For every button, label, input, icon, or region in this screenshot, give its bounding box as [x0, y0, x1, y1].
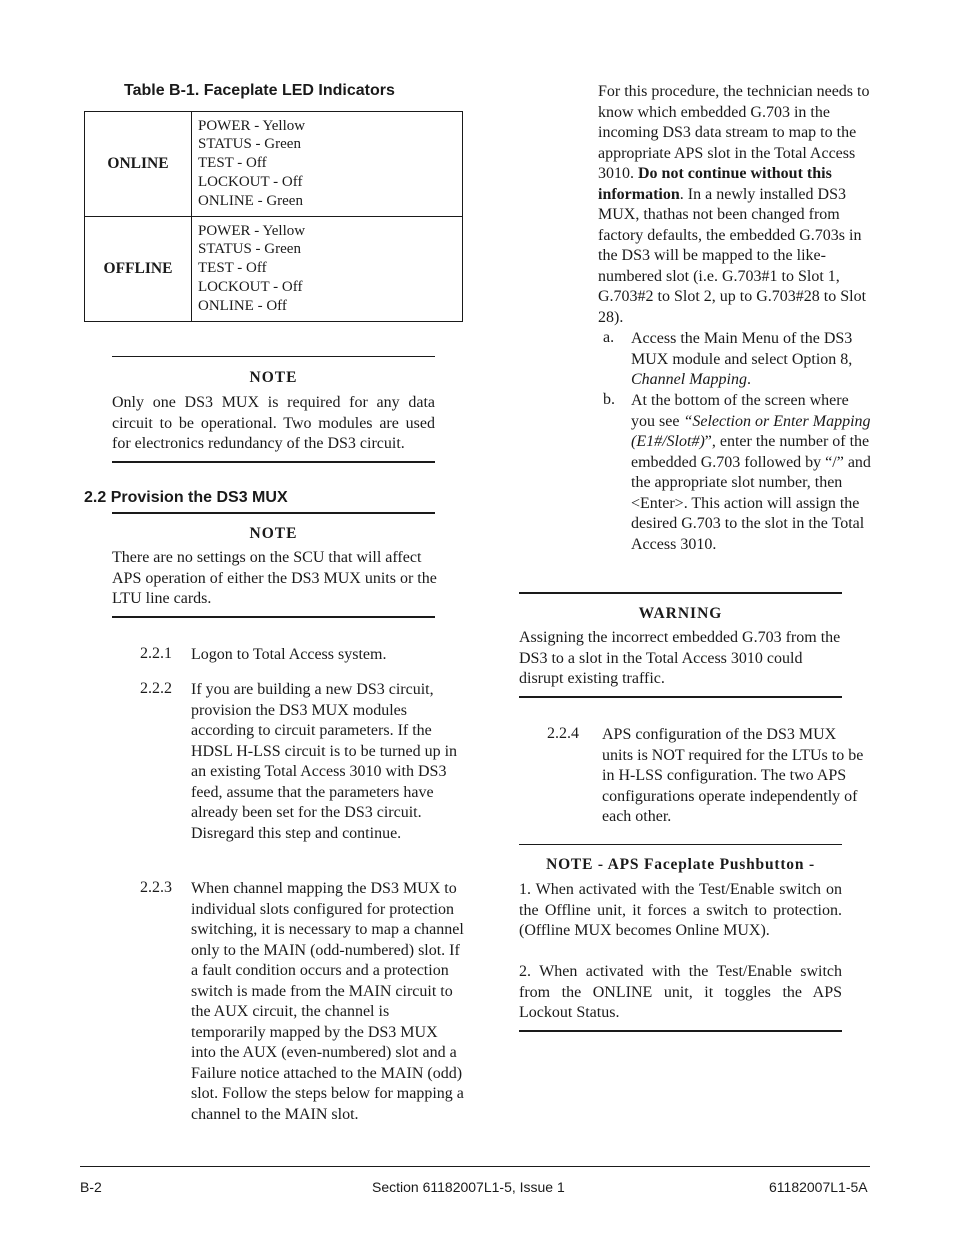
substep-letter: a.: [603, 329, 615, 346]
led-item: STATUS - Green: [198, 241, 301, 258]
led-indicator-table: ONLINE POWER - Yellow STATUS - Green TES…: [84, 111, 463, 322]
step-number: 2.2.1: [140, 645, 172, 662]
substep-italic: Channel Mapping: [631, 371, 747, 388]
led-item: ONLINE - Off: [198, 297, 287, 314]
note-item: 2. When activated with the Test/Enable s…: [519, 963, 842, 1021]
divider: [519, 1030, 842, 1032]
procedure-intro-text: . In a newly installed DS3 MUX, thathas …: [598, 185, 867, 326]
note-heading: NOTE: [249, 369, 298, 386]
substep-text-part: Access the Main Menu of the DS3 MUX modu…: [631, 330, 853, 368]
divider: [519, 696, 842, 698]
table-title: Table B-1. Faceplate LED Indicators: [124, 82, 395, 99]
divider: [112, 461, 435, 463]
substep-letter: b.: [603, 391, 615, 408]
divider: [519, 844, 842, 845]
substep-text-part: ”, enter the number of the embedded G.70…: [631, 433, 871, 553]
substep-text: At the bottom of the screen where you se…: [631, 391, 876, 555]
step-text: Logon to Total Access system.: [191, 646, 387, 663]
led-item: TEST - Off: [198, 260, 267, 277]
led-list-cell: POWER - Yellow STATUS - Green TEST - Off…: [191, 111, 463, 217]
substep-text-part: .: [747, 371, 751, 388]
led-item: TEST - Off: [198, 155, 267, 172]
table-row: ONLINE POWER - Yellow STATUS - Green TES…: [84, 111, 463, 217]
led-item: POWER - Yellow: [198, 117, 306, 134]
divider: [519, 592, 842, 594]
note-heading: NOTE: [249, 525, 298, 542]
footer-divider: [80, 1166, 870, 1167]
warning-text: Assigning the incorrect embedded G.703 f…: [519, 629, 841, 687]
warning-heading: WARNING: [638, 605, 723, 622]
note-text: Only one DS3 MUX is required for any dat…: [112, 394, 435, 452]
page-number: B-2: [80, 1179, 102, 1195]
step-number: 2.2.3: [140, 879, 172, 896]
led-item: POWER - Yellow: [198, 222, 306, 239]
led-item: LOCKOUT - Off: [198, 173, 303, 190]
note-text: There are no settings on the SCU that wi…: [112, 549, 437, 607]
led-item: STATUS - Green: [198, 136, 301, 153]
note-heading: NOTE - APS Faceplate Pushbutton -: [546, 856, 815, 873]
led-list-cell: POWER - Yellow STATUS - Green TEST - Off…: [191, 216, 463, 322]
step-text: If you are building a new DS3 circuit, p…: [191, 681, 458, 842]
substep-text: Access the Main Menu of the DS3 MUX modu…: [631, 329, 876, 391]
step-text: When channel mapping the DS3 MUX to indi…: [191, 880, 464, 1123]
section-info: Section 61182007L1-5, Issue 1: [372, 1179, 565, 1195]
state-cell: OFFLINE: [84, 216, 192, 322]
divider: [112, 616, 435, 618]
step-number: 2.2.2: [140, 680, 172, 697]
led-item: ONLINE - Green: [198, 192, 303, 209]
section-title: 2.2 Provision the DS3 MUX: [84, 489, 288, 506]
state-cell: ONLINE: [84, 111, 192, 217]
divider: [112, 356, 435, 357]
procedure-intro: For this procedure, the technician needs…: [598, 82, 873, 328]
document-number: 61182007L1-5A: [769, 1179, 868, 1195]
table-row: OFFLINE POWER - Yellow STATUS - Green TE…: [84, 216, 463, 322]
led-item: LOCKOUT - Off: [198, 278, 303, 295]
step-number: 2.2.4: [547, 725, 579, 742]
note-item: 1. When activated with the Test/Enable s…: [519, 881, 842, 939]
step-text: APS configuration of the DS3 MUX units i…: [602, 726, 864, 825]
divider: [112, 512, 435, 514]
